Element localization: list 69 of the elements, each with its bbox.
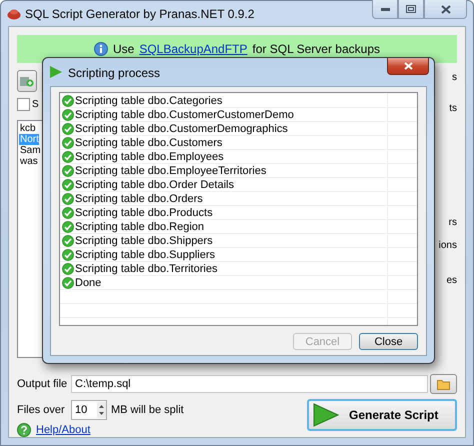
checkbox[interactable] (17, 98, 30, 111)
success-check-icon (62, 123, 74, 135)
option-label: rs (448, 217, 457, 228)
split-label: Files over (17, 404, 66, 416)
spin-arrows-icon (97, 402, 106, 418)
success-check-icon (62, 95, 74, 107)
add-database-icon (20, 75, 34, 87)
close-button[interactable] (424, 0, 467, 19)
success-check-icon (62, 263, 74, 275)
database-item[interactable]: Sam (19, 145, 41, 156)
log-entry: Scripting table dbo.Customers (75, 137, 222, 149)
folder-icon (437, 378, 450, 390)
banner-link[interactable]: SQLBackupAndFTP (139, 42, 248, 56)
success-check-icon (62, 137, 74, 149)
output-file-field[interactable]: C:\temp.sql (71, 375, 428, 393)
dialog-title: Scripting process (68, 66, 162, 80)
success-check-icon (62, 235, 74, 247)
log-entry: Scripting table dbo.Employees (75, 151, 224, 163)
close-icon (440, 4, 450, 14)
banner-text: Use (112, 42, 134, 56)
option-label: s (452, 72, 457, 83)
database-item[interactable]: kcb (19, 123, 36, 134)
maximize-button[interactable] (398, 0, 424, 19)
window-title: SQL Script Generator by Pranas.NET 0.9.2 (25, 7, 256, 21)
maximize-icon (406, 5, 416, 13)
minimize-icon (380, 8, 390, 10)
size-spin-field[interactable]: 10 (71, 400, 107, 420)
success-check-icon (62, 165, 74, 177)
log-entry: Scripting table dbo.CustomerCustomerDemo (75, 109, 294, 121)
help-icon (17, 423, 31, 437)
log-entry: Scripting table dbo.Order Details (75, 179, 234, 191)
log-entry: Scripting table dbo.EmployeeTerritories (75, 165, 266, 177)
success-check-icon (62, 193, 74, 205)
app-icon (7, 8, 21, 20)
log-entry: Scripting table dbo.Categories (75, 95, 222, 107)
minimize-button[interactable] (372, 0, 398, 19)
success-check-icon (62, 207, 74, 219)
success-check-icon (62, 249, 74, 261)
database-item[interactable]: was (19, 156, 38, 167)
log-entry: Scripting table dbo.Orders (75, 193, 203, 205)
help-link[interactable]: Help/About (36, 424, 90, 436)
success-check-icon (62, 179, 74, 191)
banner-text: for SQL Server backups (252, 42, 380, 56)
dialog-close-button[interactable] (387, 58, 429, 75)
add-button[interactable] (17, 70, 37, 92)
browse-button[interactable] (430, 374, 457, 394)
success-check-icon (62, 109, 74, 121)
log-entry: Scripting table dbo.Region (75, 221, 204, 233)
option-label: ts (449, 103, 457, 114)
option-label: es (446, 275, 457, 286)
success-check-icon (62, 277, 74, 289)
output-file-label: Output file (17, 378, 68, 390)
play-icon (313, 403, 339, 427)
success-check-icon (62, 221, 74, 233)
log-entry: Scripting table dbo.CustomerDemographics (75, 123, 288, 135)
close-icon (404, 62, 412, 70)
log-entry: Scripting table dbo.Products (75, 207, 213, 219)
log-entry: Scripting table dbo.Suppliers (75, 249, 216, 261)
log-entry: Scripting table dbo.Shippers (75, 235, 213, 247)
split-suffix: MB will be split (111, 404, 184, 416)
info-icon (94, 42, 108, 56)
play-icon (49, 65, 63, 79)
generate-button[interactable]: Generate Script (307, 399, 457, 431)
log-entry: Done (75, 277, 102, 289)
success-check-icon (62, 151, 74, 163)
checkbox-label: S (32, 99, 39, 110)
dialog-button[interactable]: Close (359, 333, 418, 350)
log-entry: Scripting table dbo.Territories (75, 263, 218, 275)
option-label: ions (438, 240, 457, 251)
